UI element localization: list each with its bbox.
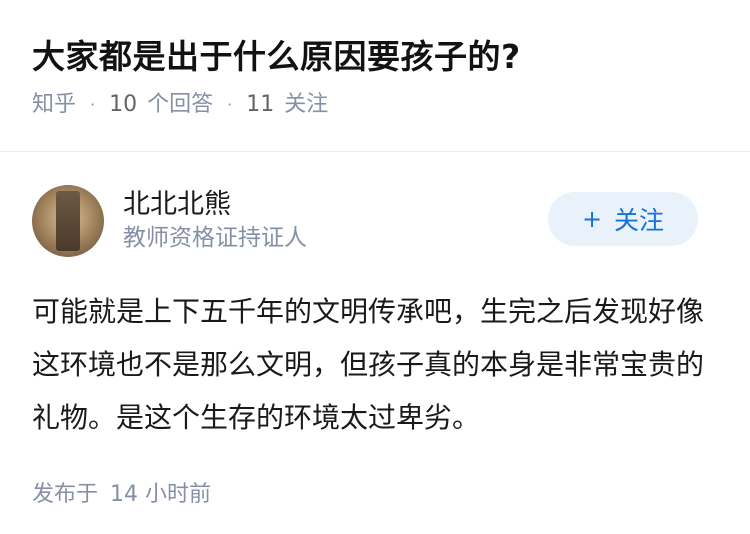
answer-content[interactable]: 可能就是上下五千年的文明传承吧，生完之后发现好像这环境也不是那么文明，但孩子真的… (32, 285, 712, 444)
question-title[interactable]: 大家都是出于什么原因要孩子的? (32, 36, 718, 78)
question-meta: 知乎 · 10 个回答 · 11 关注 (32, 90, 718, 120)
question-header: 大家都是出于什么原因要孩子的? 知乎 · 10 个回答 · 11 关注 (0, 0, 750, 117)
separator-dot: · (90, 95, 96, 114)
follow-count: 11 (246, 92, 275, 117)
answer-count: 10 (109, 92, 138, 117)
answer-count-label: 个回答 (147, 92, 214, 117)
published-label: 发布于 (32, 482, 99, 507)
avatar-photo-icon (56, 191, 80, 251)
author-info: 北北北熊 教师资格证持证人 (123, 188, 307, 254)
avatar[interactable] (32, 185, 104, 257)
follow-button[interactable]: + 关注 (548, 192, 698, 246)
author-name[interactable]: 北北北熊 (123, 188, 307, 222)
author-row: 北北北熊 教师资格证持证人 + 关注 (32, 185, 718, 257)
answer-timestamp: 发布于 14 小时前 (32, 480, 718, 510)
follow-button-label: 关注 (614, 206, 665, 235)
separator-dot: · (227, 95, 233, 114)
follow-count-label: 关注 (284, 92, 329, 117)
author-headline: 教师资格证持证人 (123, 225, 307, 251)
answer-card: 北北北熊 教师资格证持证人 + 关注 可能就是上下五千年的文明传承吧，生完之后发… (0, 152, 750, 510)
source-label[interactable]: 知乎 (32, 90, 76, 120)
published-time: 14 小时前 (110, 482, 212, 507)
plus-icon: + (581, 205, 603, 233)
